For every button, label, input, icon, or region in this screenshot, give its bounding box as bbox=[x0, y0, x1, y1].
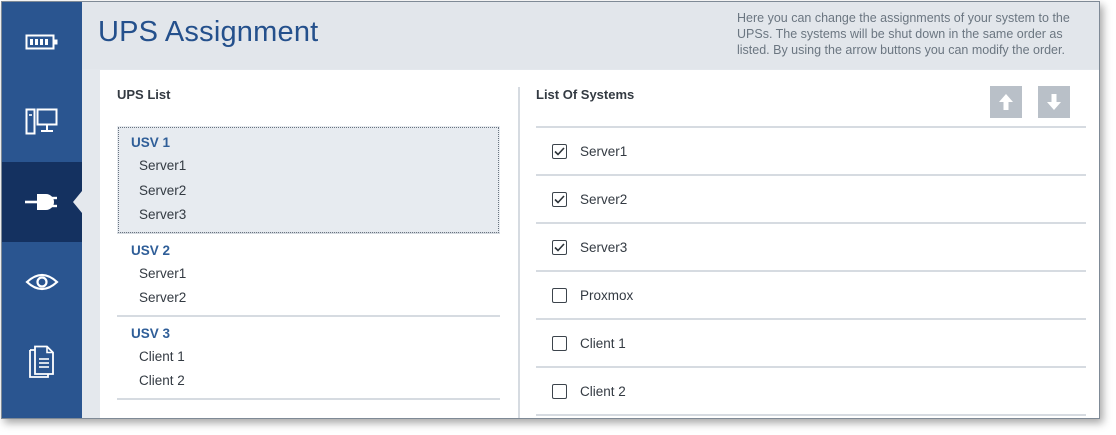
system-label: Client 2 bbox=[580, 383, 626, 399]
system-row[interactable]: Server2 bbox=[536, 176, 1086, 224]
checkmark-icon bbox=[554, 242, 565, 252]
system-label: Server2 bbox=[580, 191, 628, 207]
nav-item-ups-assignment[interactable] bbox=[2, 162, 82, 242]
ups-server-item[interactable]: Client 1 bbox=[117, 345, 500, 370]
ups-name[interactable]: USV 2 bbox=[117, 240, 500, 262]
document-icon bbox=[29, 345, 54, 378]
battery-icon bbox=[25, 34, 58, 50]
checkmark-icon bbox=[554, 146, 565, 156]
system-label: Server3 bbox=[580, 239, 628, 255]
ups-server-item[interactable]: Server2 bbox=[117, 179, 500, 204]
ups-group[interactable]: USV 3 Client 1 Client 2 bbox=[117, 317, 500, 400]
system-row[interactable]: Client 1 bbox=[536, 320, 1086, 368]
system-checkbox[interactable] bbox=[552, 287, 567, 303]
systems-list: Server1 Server2 Server3 Proxmox Client 1… bbox=[536, 126, 1086, 416]
move-down-button[interactable] bbox=[1038, 86, 1070, 118]
system-checkbox[interactable] bbox=[552, 143, 567, 159]
system-checkbox[interactable] bbox=[552, 191, 567, 207]
sidebar bbox=[2, 2, 82, 418]
power-plug-icon bbox=[25, 194, 57, 210]
page-header: UPS Assignment Here you can change the a… bbox=[82, 2, 1099, 69]
page-title: UPS Assignment bbox=[98, 16, 319, 48]
systems-list-title: List Of Systems bbox=[536, 87, 635, 102]
ups-list: USV 1 Server1 Server2 Server3 USV 2 Serv… bbox=[117, 126, 500, 400]
column-divider bbox=[518, 87, 520, 418]
ups-name[interactable]: USV 3 bbox=[117, 323, 500, 345]
app-window: UPS Assignment Here you can change the a… bbox=[1, 1, 1100, 419]
nav-item-monitoring[interactable] bbox=[2, 242, 82, 322]
system-checkbox[interactable] bbox=[552, 335, 567, 351]
eye-icon bbox=[25, 273, 59, 291]
nav-item-systems[interactable] bbox=[2, 82, 82, 162]
ups-server-item[interactable]: Server1 bbox=[117, 154, 500, 179]
system-label: Server1 bbox=[580, 143, 628, 159]
page-description: Here you can change the assignments of y… bbox=[737, 11, 1070, 57]
nav-item-logs[interactable] bbox=[2, 322, 82, 402]
system-label: Client 1 bbox=[580, 335, 626, 351]
ups-group[interactable]: USV 1 Server1 Server2 Server3 bbox=[117, 126, 500, 234]
system-row[interactable]: Server1 bbox=[536, 128, 1086, 176]
system-row[interactable]: Proxmox bbox=[536, 272, 1086, 320]
system-label: Proxmox bbox=[580, 287, 634, 303]
ups-list-title: UPS List bbox=[117, 87, 171, 102]
ups-server-item[interactable]: Client 2 bbox=[117, 369, 500, 394]
ups-server-item[interactable]: Server2 bbox=[117, 286, 500, 311]
system-row[interactable]: Client 2 bbox=[536, 368, 1086, 416]
checkmark-icon bbox=[554, 194, 565, 204]
ups-server-item[interactable]: Server1 bbox=[117, 262, 500, 287]
move-up-button[interactable] bbox=[990, 86, 1022, 118]
arrow-up-icon bbox=[999, 94, 1013, 110]
system-checkbox[interactable] bbox=[552, 383, 567, 399]
ups-group[interactable]: USV 2 Server1 Server2 bbox=[117, 234, 500, 317]
computers-icon bbox=[25, 108, 58, 135]
ups-name[interactable]: USV 1 bbox=[117, 132, 500, 154]
system-row[interactable]: Server3 bbox=[536, 224, 1086, 272]
system-checkbox[interactable] bbox=[552, 239, 567, 255]
ups-server-item[interactable]: Server3 bbox=[117, 203, 500, 228]
arrow-down-icon bbox=[1047, 94, 1061, 110]
main-panel: UPS List USV 1 Server1 Server2 Server3 U… bbox=[100, 70, 1099, 418]
nav-item-ups-status[interactable] bbox=[2, 2, 82, 82]
